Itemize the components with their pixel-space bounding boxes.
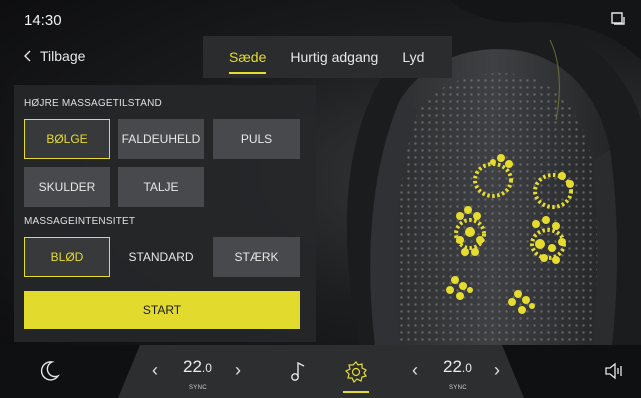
start-button[interactable]: START — [24, 291, 300, 329]
tab-bar: Sæde Hurtig adgang Lyd — [203, 36, 452, 78]
active-indicator — [343, 391, 369, 393]
right-temp: 22.0 — [443, 357, 472, 377]
intensity-standard-label: STANDARD — [128, 250, 194, 264]
chevron-left-icon — [24, 50, 31, 62]
music-note-icon[interactable] — [290, 360, 306, 382]
massage-intensity-title: MASSAGEINTENSITET — [24, 216, 136, 227]
tab-seat[interactable]: Sæde — [217, 36, 278, 78]
mode-shoulder-label: SKULDER — [38, 180, 96, 194]
right-temp-value: 22 — [443, 357, 462, 376]
right-sync-label: SYNC — [449, 385, 467, 391]
right-temp-decimal: .0 — [461, 361, 472, 375]
left-temp-value: 22 — [183, 357, 202, 376]
left-temp-up-button[interactable]: › — [235, 360, 241, 381]
intensity-soft-button[interactable]: BLØD — [24, 237, 110, 277]
right-temp-down-button[interactable]: ‹ — [412, 360, 418, 381]
back-button[interactable]: Tilbage — [24, 48, 85, 64]
moon-icon[interactable] — [38, 360, 60, 382]
left-temp-decimal: .0 — [201, 361, 212, 375]
intensity-soft-label: BLØD — [50, 250, 84, 264]
intensity-standard-button[interactable]: STANDARD — [118, 237, 204, 277]
left-temp: 22.0 — [183, 357, 212, 377]
volume-icon[interactable] — [604, 362, 624, 380]
car-status-icon[interactable] — [609, 11, 627, 27]
right-temp-up-button[interactable]: › — [494, 360, 500, 381]
intensity-strong-button[interactable]: STÆRK — [213, 237, 300, 277]
massage-panel: HØJRE MASSAGETILSTAND BØLGE FALDEUHELD P… — [14, 85, 316, 342]
mode-fall-label: FALDEUHELD — [121, 132, 201, 146]
tab-sound[interactable]: Lyd — [390, 36, 436, 78]
mode-pulse-button[interactable]: PULS — [213, 119, 300, 159]
massage-mode-title: HØJRE MASSAGETILSTAND — [24, 98, 162, 109]
mode-waist-button[interactable]: TALJE — [118, 167, 204, 207]
tab-quick-access[interactable]: Hurtig adgang — [278, 36, 390, 78]
settings-gear-icon[interactable] — [344, 360, 368, 384]
intensity-strong-label: STÆRK — [234, 250, 279, 264]
mode-wave-button[interactable]: BØLGE — [24, 119, 110, 159]
status-time: 14:30 — [24, 12, 62, 29]
mode-waist-label: TALJE — [143, 180, 179, 194]
mode-pulse-label: PULS — [240, 132, 273, 146]
mode-shoulder-button[interactable]: SKULDER — [24, 167, 110, 207]
seat-massage-screen: 14:30 Tilbage Sæde Hurtig adgang Lyd HØJ… — [0, 0, 641, 398]
left-temp-down-button[interactable]: ‹ — [152, 360, 158, 381]
mode-fall-button[interactable]: FALDEUHELD — [118, 119, 204, 159]
mode-wave-label: BØLGE — [46, 132, 88, 146]
start-label: START — [142, 303, 182, 317]
left-sync-label: SYNC — [189, 385, 207, 391]
back-label: Tilbage — [40, 48, 86, 64]
